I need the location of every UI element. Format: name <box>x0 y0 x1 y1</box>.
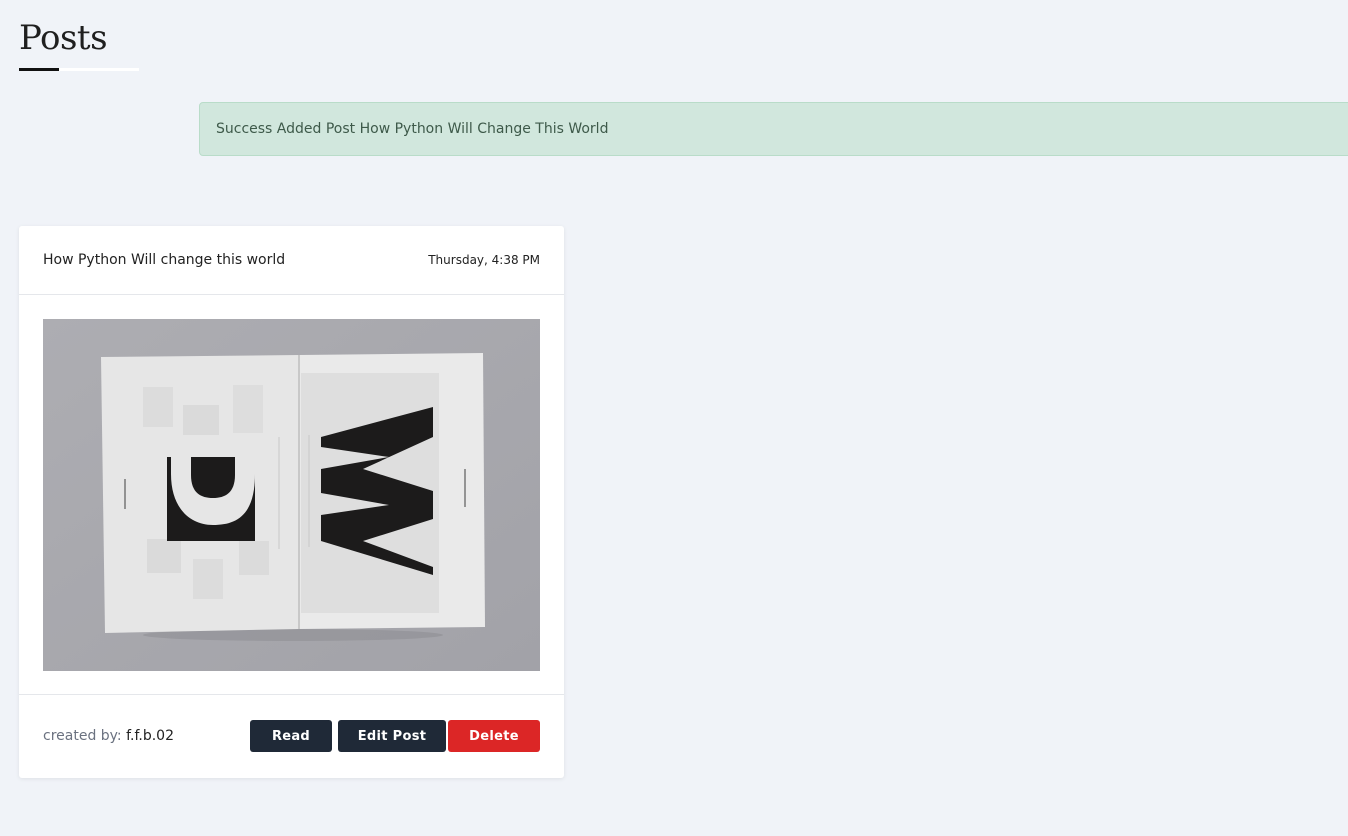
title-underline-accent <box>19 68 59 71</box>
created-by: created by: f.f.b.02 <box>43 728 174 744</box>
post-title: How Python Will change this world <box>43 252 286 268</box>
post-card: How Python Will change this world Thursd… <box>19 226 564 778</box>
post-timestamp: Thursday, 4:38 PM <box>428 253 540 267</box>
title-underline-rest <box>59 68 139 71</box>
edit-post-button[interactable]: Edit Post <box>338 720 446 752</box>
delete-button[interactable]: Delete <box>448 720 540 752</box>
post-author: f.f.b.02 <box>126 728 174 744</box>
post-actions: Read Edit Post Delete <box>250 720 540 752</box>
success-alert: Success Added Post How Python Will Chang… <box>199 102 1348 156</box>
alert-message: Success Added Post How Python Will Chang… <box>216 121 609 137</box>
title-underline <box>19 68 139 71</box>
read-button[interactable]: Read <box>250 720 332 752</box>
page-title: Posts <box>19 18 108 58</box>
post-card-header: How Python Will change this world Thursd… <box>19 226 564 295</box>
post-card-body <box>19 295 564 695</box>
post-card-footer: created by: f.f.b.02 Read Edit Post Dele… <box>19 695 564 777</box>
created-by-label: created by: <box>43 728 122 744</box>
post-image <box>43 319 540 671</box>
